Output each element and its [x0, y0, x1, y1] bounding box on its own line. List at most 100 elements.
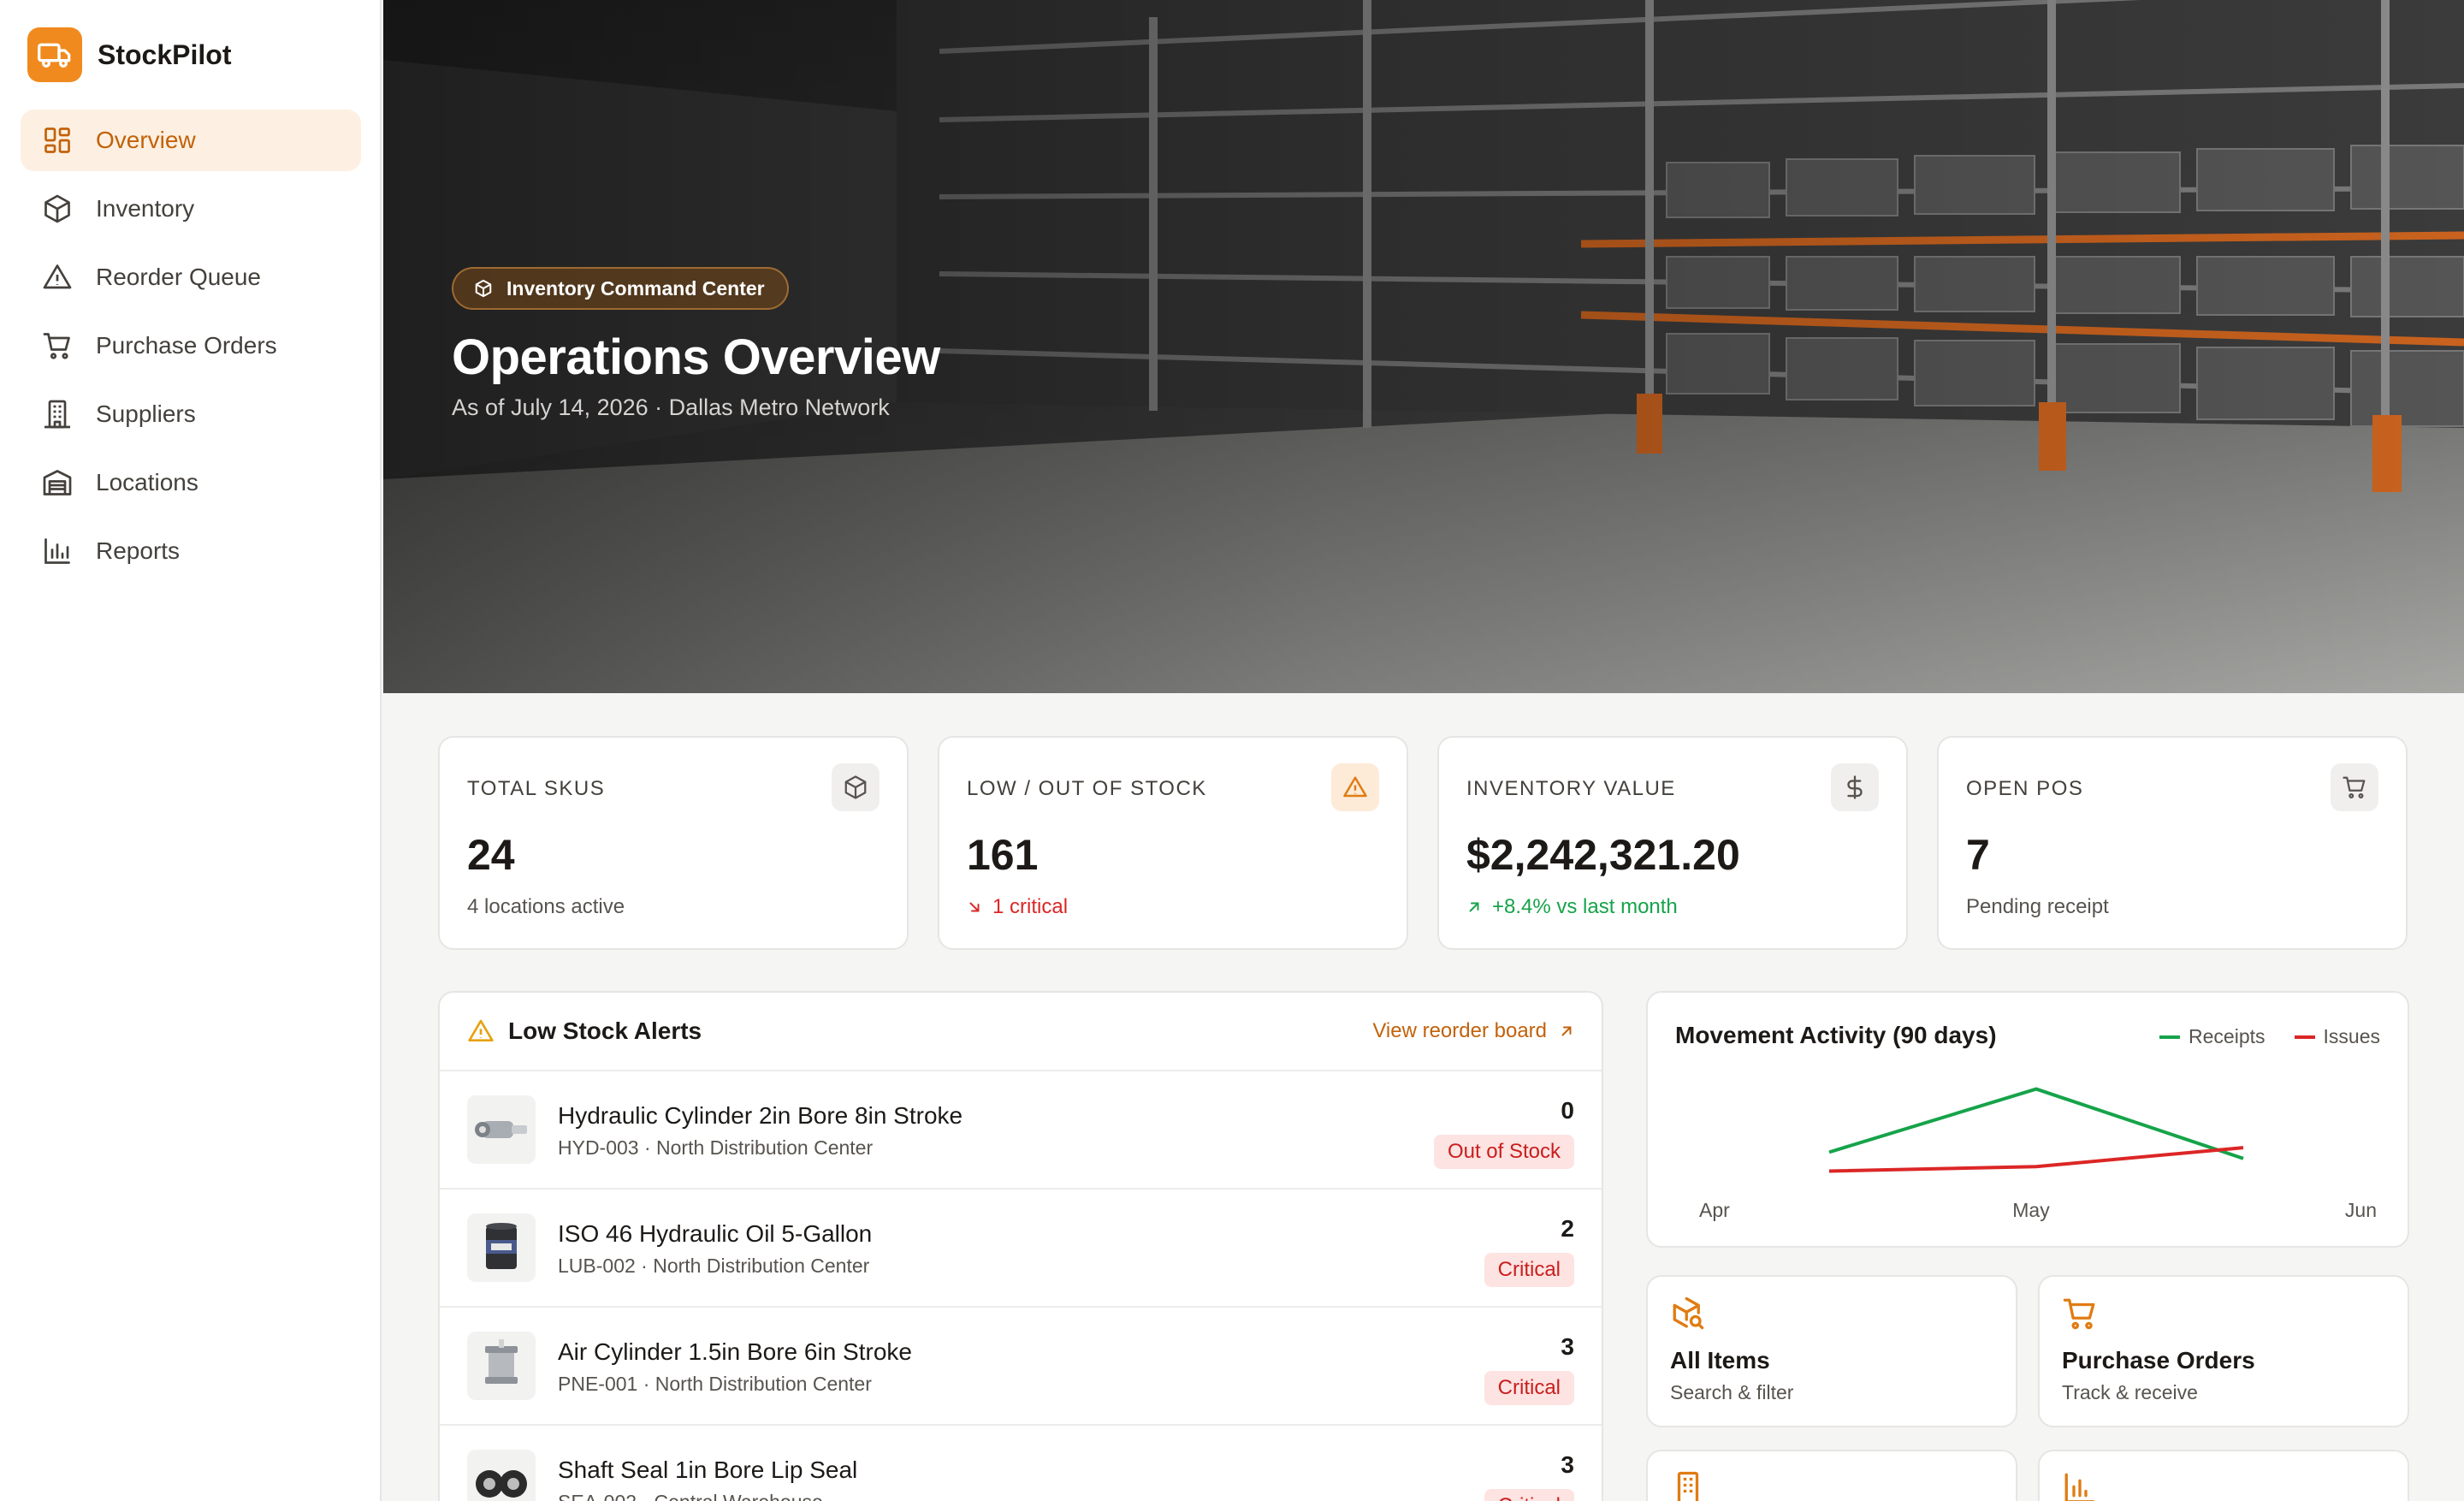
truck-icon [27, 27, 82, 82]
list-item[interactable]: ISO 46 Hydraulic Oil 5-Gallon LUB-002 · … [440, 1190, 1602, 1308]
stat-value: 24 [467, 831, 515, 879]
view-reorder-board-link[interactable]: View reorder board [1372, 1019, 1574, 1043]
x-tick-label: Jun [2345, 1199, 2377, 1221]
status-badge: Out of Stock [1433, 1135, 1574, 1169]
sidebar-item-suppliers[interactable]: Suppliers [21, 383, 361, 445]
box-icon [474, 279, 493, 298]
sidebar-nav: Overview Inventory Reorder Queue Purchas… [21, 110, 361, 589]
sidebar-item-label: Overview [96, 127, 196, 153]
legend-receipts: Receipts [2159, 1025, 2266, 1048]
stat-label: LOW / OUT OF STOCK [967, 777, 1207, 800]
item-meta: HYD-003 · North Distribution Center [558, 1136, 874, 1159]
list-item[interactable]: Shaft Seal 1in Bore Lip Seal SEA-002 · C… [440, 1426, 1602, 1501]
warehouse-icon [41, 466, 74, 499]
series-line-receipts [1828, 1087, 2244, 1160]
stat-sub: 4 locations active [467, 895, 625, 918]
sidebar-item-label: Inventory [96, 195, 195, 222]
sidebar-item-purchase-orders[interactable]: Purchase Orders [21, 315, 361, 377]
alerts-header: Low Stock Alerts View reorder board [440, 993, 1602, 1071]
dashboard-icon [41, 124, 74, 157]
quick-link-title: All Items [1670, 1347, 1770, 1373]
item-name: Shaft Seal 1in Bore Lip Seal [558, 1457, 858, 1483]
quick-link-suppliers[interactable] [1646, 1450, 2017, 1501]
bar-chart-icon [2062, 1470, 2098, 1501]
hero-banner: Inventory Command Center Operations Over… [383, 0, 2464, 693]
box-search-icon [1670, 1296, 1706, 1332]
item-meta: LUB-002 · North Distribution Center [558, 1255, 870, 1277]
cart-icon [2331, 763, 2378, 811]
chart-legend: Receipts Issues [2130, 1025, 2380, 1048]
movement-activity-chart: Apr May Jun Movement Activity (90 days) Re… [1646, 991, 2409, 1248]
stat-value: 161 [967, 831, 1039, 879]
quick-link-purchase-orders[interactable]: Purchase Orders Track & receive [2038, 1275, 2409, 1427]
stat-sub-text: +8.4% vs last month [1492, 895, 1678, 918]
sidebar-item-label: Locations [96, 469, 198, 495]
sidebar-item-label: Reports [96, 537, 181, 564]
item-meta: PNE-001 · North Distribution Center [558, 1373, 872, 1395]
series-line-issues [1828, 1146, 2244, 1173]
quick-link-title: Purchase Orders [2062, 1347, 2255, 1373]
quick-link-sub: Search & filter [1670, 1381, 1794, 1403]
brand[interactable]: StockPilot [27, 27, 231, 82]
sidebar-item-reorder-queue[interactable]: Reorder Queue [21, 246, 361, 308]
hydraulic-cylinder-thumbnail [467, 1095, 536, 1164]
item-qty: 0 [1561, 1097, 1574, 1124]
item-meta: SEA-002 · Central Warehouse [558, 1491, 823, 1501]
arrow-down-right-icon [967, 899, 982, 915]
quick-link-reports[interactable] [2038, 1450, 2409, 1501]
box-icon [41, 193, 74, 225]
list-item[interactable]: Hydraulic Cylinder 2in Bore 8in Stroke H… [440, 1071, 1602, 1190]
stat-card-low-stock: LOW / OUT OF STOCK 161 1 critical [938, 736, 1408, 950]
sidebar-item-overview[interactable]: Overview [21, 110, 361, 171]
item-qty: 3 [1561, 1451, 1574, 1478]
sidebar: StockPilot Overview Inventory Reorder Qu… [0, 0, 382, 1501]
hero-content: Inventory Command Center Operations Over… [452, 267, 940, 421]
x-tick-label: Apr [1699, 1199, 1730, 1221]
item-name: Hydraulic Cylinder 2in Bore 8in Stroke [558, 1102, 963, 1129]
stat-sub: +8.4% vs last month [1466, 895, 1678, 919]
x-tick-label: May [2012, 1199, 2050, 1221]
cart-icon [2062, 1296, 2098, 1332]
page-subtitle: As of July 14, 2026 · Dallas Metro Netwo… [452, 395, 890, 420]
status-badge: Critical [1484, 1371, 1574, 1405]
shaft-seal-thumbnail [467, 1450, 536, 1501]
hero-badge-label: Inventory Command Center [506, 276, 765, 300]
legend-label: Issues [2323, 1025, 2380, 1047]
box-icon [832, 763, 880, 811]
stat-card-inventory-value: INVENTORY VALUE $2,242,321.20 +8.4% vs l… [1437, 736, 1908, 950]
dollar-icon [1831, 763, 1879, 811]
quick-link-all-items[interactable]: All Items Search & filter [1646, 1275, 2017, 1427]
item-name: ISO 46 Hydraulic Oil 5-Gallon [558, 1220, 873, 1247]
status-badge: Critical [1484, 1489, 1574, 1501]
stat-label: TOTAL SKUS [467, 777, 606, 800]
warning-icon [41, 261, 74, 294]
legend-swatch-issues [2294, 1035, 2315, 1039]
stat-sub: 1 critical [967, 895, 1068, 919]
sidebar-item-reports[interactable]: Reports [21, 520, 361, 582]
sidebar-item-label: Purchase Orders [96, 332, 277, 359]
stat-value: $2,242,321.20 [1466, 831, 1740, 879]
hero-badge: Inventory Command Center [452, 267, 789, 310]
warning-icon [1331, 763, 1379, 811]
arrow-up-right-icon [1559, 1023, 1574, 1039]
stat-value: 7 [1966, 831, 1990, 879]
sidebar-item-inventory[interactable]: Inventory [21, 178, 361, 240]
list-item[interactable]: Air Cylinder 1.5in Bore 6in Stroke PNE-0… [440, 1308, 1602, 1426]
stat-label: OPEN POS [1966, 777, 2084, 800]
status-badge: Critical [1484, 1253, 1574, 1287]
quick-link-sub: Track & receive [2062, 1381, 2198, 1403]
alerts-title: Low Stock Alerts [508, 1017, 702, 1044]
chart-title: Movement Activity (90 days) [1675, 1022, 1997, 1048]
air-cylinder-thumbnail [467, 1332, 536, 1400]
page-title: Operations Overview [452, 329, 940, 385]
link-label: View reorder board [1372, 1019, 1547, 1042]
stat-card-open-pos: OPEN POS 7 Pending receipt [1937, 736, 2408, 950]
cart-icon [41, 329, 74, 362]
item-name: Air Cylinder 1.5in Bore 6in Stroke [558, 1338, 912, 1365]
sidebar-item-label: Suppliers [96, 400, 196, 427]
arrow-up-right-icon [1466, 899, 1482, 915]
sidebar-item-locations[interactable]: Locations [21, 452, 361, 513]
low-stock-alerts-panel: Low Stock Alerts View reorder board Hydr… [438, 991, 1603, 1501]
item-qty: 2 [1561, 1215, 1574, 1242]
stat-sub: Pending receipt [1966, 895, 2109, 918]
